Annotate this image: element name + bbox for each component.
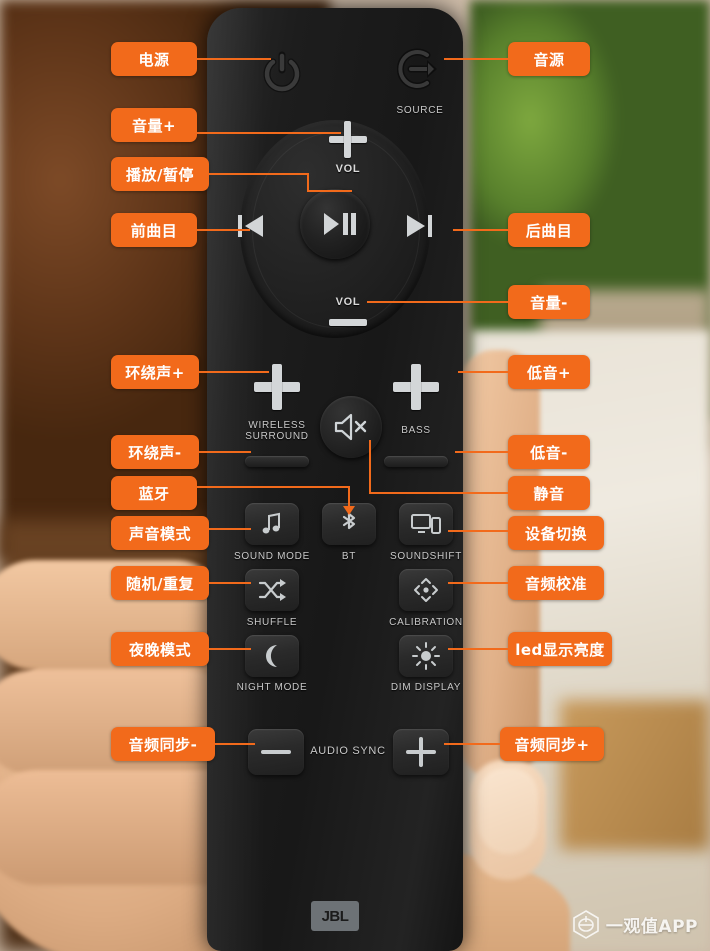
leader-mute-b bbox=[369, 440, 371, 492]
callout-prev-track[interactable]: 前曲目 bbox=[111, 213, 197, 247]
sound-mode-print-label: SOUND MODE bbox=[234, 551, 310, 562]
remote-control-body: SOURCE VOL VOL WIRELESS SURROUND BASS SO… bbox=[207, 8, 463, 951]
callout-surround-down[interactable]: 环绕声- bbox=[111, 435, 199, 469]
leader-power bbox=[197, 58, 271, 60]
source-button[interactable] bbox=[396, 46, 443, 92]
callout-volume-down[interactable]: 音量- bbox=[508, 285, 590, 319]
callout-next-track[interactable]: 后曲目 bbox=[508, 213, 590, 247]
vol-down-print-label: VOL bbox=[335, 296, 361, 308]
calibration-button[interactable] bbox=[399, 569, 453, 611]
vol-up-print-label: VOL bbox=[335, 163, 361, 175]
next-track-button[interactable] bbox=[405, 213, 433, 239]
audio-sync-plus-button[interactable] bbox=[393, 729, 449, 775]
callout-sound-mode[interactable]: 声音模式 bbox=[111, 516, 209, 550]
callout-audio-sync-plus[interactable]: 音频同步+ bbox=[500, 727, 604, 761]
night-mode-print-label: NIGHT MODE bbox=[236, 682, 308, 693]
leader-surround-up bbox=[199, 371, 269, 373]
leader-device-switch bbox=[448, 530, 508, 532]
jbl-logo: JBL bbox=[311, 901, 359, 931]
play-pause-button[interactable] bbox=[300, 189, 370, 259]
wireless-print-label: WIRELESS bbox=[248, 420, 306, 431]
surround-print-label: SURROUND bbox=[245, 431, 309, 442]
dim-display-print-label: DIM DISPLAY bbox=[390, 682, 462, 693]
leader-calibration bbox=[448, 582, 508, 584]
callout-audio-sync-minus[interactable]: 音频同步- bbox=[111, 727, 215, 761]
sound-mode-button[interactable] bbox=[245, 503, 299, 545]
leader-volume-down bbox=[367, 301, 508, 303]
leader-mute-a bbox=[369, 492, 508, 494]
leader-surround-down bbox=[199, 451, 251, 453]
leader-night-mode bbox=[209, 648, 251, 650]
surround-down-button[interactable] bbox=[245, 456, 309, 467]
leader-bluetooth-arrow bbox=[343, 506, 355, 515]
shuffle-print-label: SHUFFLE bbox=[246, 617, 298, 628]
remote-highlight bbox=[207, 8, 265, 951]
callout-night-mode[interactable]: 夜晚模式 bbox=[111, 632, 209, 666]
leader-play-pause-c bbox=[307, 190, 352, 192]
surround-up-button-v[interactable] bbox=[272, 364, 282, 410]
audio-sync-print-label: AUDIO SYNC bbox=[310, 745, 386, 757]
leader-audio-sync-plus bbox=[444, 743, 500, 745]
bass-down-button[interactable] bbox=[384, 456, 448, 467]
hexagon-logo-icon bbox=[573, 910, 599, 939]
thumbnail bbox=[478, 768, 538, 854]
shuffle-button[interactable] bbox=[245, 569, 299, 611]
callout-calibration[interactable]: 音频校准 bbox=[508, 566, 604, 600]
leader-bluetooth-a bbox=[197, 486, 349, 488]
callout-source[interactable]: 音源 bbox=[508, 42, 590, 76]
leader-prev-track bbox=[197, 229, 250, 231]
callout-device-switch[interactable]: 设备切换 bbox=[508, 516, 604, 550]
volume-up-button-v[interactable] bbox=[344, 121, 351, 158]
leader-led-brightness bbox=[448, 648, 508, 650]
leader-play-pause-b bbox=[307, 173, 309, 191]
soundshift-button[interactable] bbox=[399, 503, 453, 545]
mute-button[interactable] bbox=[320, 396, 382, 458]
callout-mute[interactable]: 静音 bbox=[508, 476, 590, 510]
callout-bluetooth[interactable]: 蓝牙 bbox=[111, 476, 197, 510]
callout-volume-up[interactable]: 音量+ bbox=[111, 108, 197, 142]
leader-sound-mode bbox=[209, 528, 251, 530]
source-print-label: SOURCE bbox=[396, 105, 444, 116]
background-shelf bbox=[560, 700, 710, 850]
dim-display-button[interactable] bbox=[399, 635, 453, 677]
callout-power[interactable]: 电源 bbox=[111, 42, 197, 76]
watermark: 一观值APP bbox=[571, 909, 698, 939]
callout-play-pause[interactable]: 播放/暂停 bbox=[111, 157, 209, 191]
audio-sync-minus-button[interactable] bbox=[248, 729, 304, 775]
leader-shuffle bbox=[209, 582, 251, 584]
soundshift-print-label: SOUNDSHIFT bbox=[390, 551, 462, 562]
leader-next-track bbox=[453, 229, 508, 231]
calibration-print-label: CALIBRATION bbox=[389, 617, 463, 628]
bass-print-label: BASS bbox=[401, 425, 431, 436]
watermark-text: 一观值APP bbox=[605, 916, 698, 937]
night-mode-button[interactable] bbox=[245, 635, 299, 677]
callout-bass-up[interactable]: 低音+ bbox=[508, 355, 590, 389]
callout-bass-down[interactable]: 低音- bbox=[508, 435, 590, 469]
leader-play-pause-a bbox=[209, 173, 308, 175]
screenshot-root: SOURCE VOL VOL WIRELESS SURROUND BASS SO… bbox=[0, 0, 710, 951]
leader-source bbox=[444, 58, 508, 60]
callout-led-brightness[interactable]: led显示亮度 bbox=[508, 632, 612, 666]
thumb bbox=[460, 350, 540, 780]
bass-up-button-v[interactable] bbox=[411, 364, 421, 410]
previous-track-button[interactable] bbox=[237, 213, 265, 239]
leader-audio-sync-minus bbox=[215, 743, 255, 745]
leader-bass-down bbox=[455, 451, 508, 453]
leader-volume-up bbox=[197, 132, 341, 134]
callout-surround-up[interactable]: 环绕声+ bbox=[111, 355, 199, 389]
volume-down-button[interactable] bbox=[329, 319, 367, 326]
callout-shuffle[interactable]: 随机/重复 bbox=[111, 566, 209, 600]
bt-print-label: BT bbox=[341, 551, 357, 562]
leader-bass-up bbox=[458, 371, 508, 373]
power-button[interactable] bbox=[260, 50, 304, 94]
